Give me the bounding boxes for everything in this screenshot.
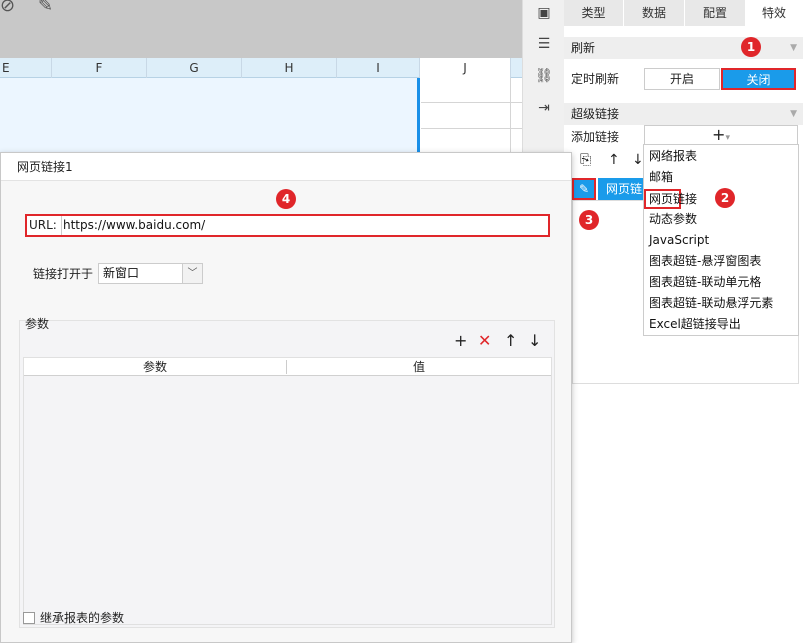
- column-header: E F G H I J: [0, 58, 522, 78]
- open-in-value: 新窗口: [103, 266, 140, 280]
- copy-icon[interactable]: ⎘: [580, 152, 591, 168]
- add-link-label: 添加链接: [571, 130, 620, 144]
- step-badge-2: 2: [715, 188, 735, 208]
- step-badge-4: 4: [276, 189, 296, 209]
- move-down-icon[interactable]: ↓: [632, 152, 644, 168]
- refresh-on-button[interactable]: 开启: [644, 68, 720, 90]
- step-badge-1: 1: [741, 37, 761, 57]
- move-up-icon[interactable]: ↑: [608, 152, 620, 168]
- url-input[interactable]: [61, 216, 541, 235]
- add-param-icon[interactable]: +: [454, 333, 467, 349]
- refresh-section-title: 刷新: [571, 41, 596, 55]
- column-j[interactable]: J: [420, 58, 511, 78]
- pencil-icon: ✎: [578, 182, 590, 196]
- tab-effects[interactable]: 特效: [746, 0, 803, 26]
- step-badge-3: 3: [579, 210, 599, 230]
- sheet-scroll-edge: [510, 78, 511, 153]
- web-link-dialog: 网页链接1 URL: 链接打开于 新窗口 ﹀ + ✕ ↑ ↓ 参数 值 参数 继…: [0, 152, 572, 643]
- inherit-params-checkbox[interactable]: [23, 612, 35, 624]
- params-section-title: 参数: [25, 317, 50, 331]
- tab-type[interactable]: 类型: [564, 0, 624, 26]
- menu-item-dynamic-params[interactable]: 动态参数: [649, 209, 697, 229]
- param-value-column: 值: [412, 360, 425, 374]
- move-up-icon[interactable]: ↑: [504, 333, 517, 349]
- collapse-caret-icon: ▼: [790, 43, 797, 53]
- menu-item-chart-popup[interactable]: 图表超链-悬浮窗图表: [649, 251, 761, 271]
- inherit-params-label: 继承报表的参数: [40, 611, 125, 625]
- add-link-menu: 网络报表 邮箱 网页链接 动态参数 JavaScript 图表超链-悬浮窗图表 …: [643, 144, 799, 336]
- format-icon[interactable]: ⊘: [0, 0, 22, 12]
- menu-item-web-link[interactable]: 网页链接: [644, 189, 697, 209]
- inherit-params-option[interactable]: 继承报表的参数: [23, 609, 124, 626]
- column-i[interactable]: I: [337, 58, 420, 78]
- delete-param-icon[interactable]: ✕: [478, 333, 491, 349]
- timer-refresh-label: 定时刷新: [571, 72, 620, 86]
- import-icon[interactable]: ⇥: [533, 98, 555, 118]
- column-e[interactable]: E: [0, 58, 52, 78]
- column-f[interactable]: F: [52, 58, 147, 78]
- tab-config[interactable]: 配置: [685, 0, 746, 26]
- spreadsheet-toolbar: ⊘ ✎: [0, 0, 522, 58]
- link-icon[interactable]: ⛓: [533, 66, 555, 86]
- widget-icon[interactable]: ▣: [533, 3, 555, 23]
- panel-tabs: 类型 数据 配置 特效: [564, 0, 803, 26]
- layers-icon[interactable]: ☰: [533, 34, 555, 54]
- hyperlink-section-title: 超级链接: [571, 107, 620, 121]
- column-g[interactable]: G: [147, 58, 242, 78]
- url-label: URL:: [29, 216, 62, 235]
- dialog-title: 网页链接1: [1, 153, 571, 181]
- selected-cell-range[interactable]: [0, 78, 420, 153]
- url-row: URL:: [25, 214, 550, 237]
- tab-data[interactable]: 数据: [624, 0, 685, 26]
- menu-item-excel-export[interactable]: Excel超链接导出: [649, 314, 741, 334]
- collapse-caret-icon: ▼: [790, 109, 797, 119]
- chevron-down-icon: ▾: [725, 133, 730, 143]
- menu-item-email[interactable]: 邮箱: [649, 167, 673, 187]
- link-list-item[interactable]: 网页链: [598, 178, 648, 200]
- link-list-toolbar: ⎘ ↑ ↓: [572, 152, 652, 174]
- params-panel: + ✕ ↑ ↓ 参数 值: [19, 320, 555, 628]
- refresh-off-button[interactable]: 关闭: [721, 68, 796, 90]
- add-link-button[interactable]: +▾: [644, 125, 798, 145]
- open-in-label: 链接打开于: [33, 267, 94, 281]
- hyperlink-section-header[interactable]: 超级链接 ▼: [564, 103, 803, 125]
- refresh-section-header[interactable]: 刷新 ▼: [564, 37, 803, 59]
- column-j-cells[interactable]: [421, 78, 522, 153]
- params-table[interactable]: 参数 值: [23, 357, 552, 625]
- plus-icon: +: [712, 125, 726, 144]
- menu-item-chart-linked-float[interactable]: 图表超链-联动悬浮元素: [649, 293, 773, 313]
- column-h[interactable]: H: [242, 58, 337, 78]
- open-in-select[interactable]: 新窗口 ﹀: [98, 263, 203, 284]
- params-toolbar: + ✕ ↑ ↓: [454, 333, 544, 351]
- menu-item-javascript[interactable]: JavaScript: [649, 230, 709, 250]
- chevron-down-icon: ﹀: [182, 264, 202, 283]
- edit-link-button[interactable]: ✎: [572, 178, 596, 200]
- params-table-header: 参数 值: [24, 358, 551, 376]
- move-down-icon[interactable]: ↓: [528, 333, 541, 349]
- menu-item-web-report[interactable]: 网络报表: [649, 146, 697, 166]
- menu-item-chart-linked-cell[interactable]: 图表超链-联动单元格: [649, 272, 761, 292]
- brush-icon[interactable]: ✎: [38, 0, 60, 12]
- param-name-column: 参数: [142, 360, 167, 374]
